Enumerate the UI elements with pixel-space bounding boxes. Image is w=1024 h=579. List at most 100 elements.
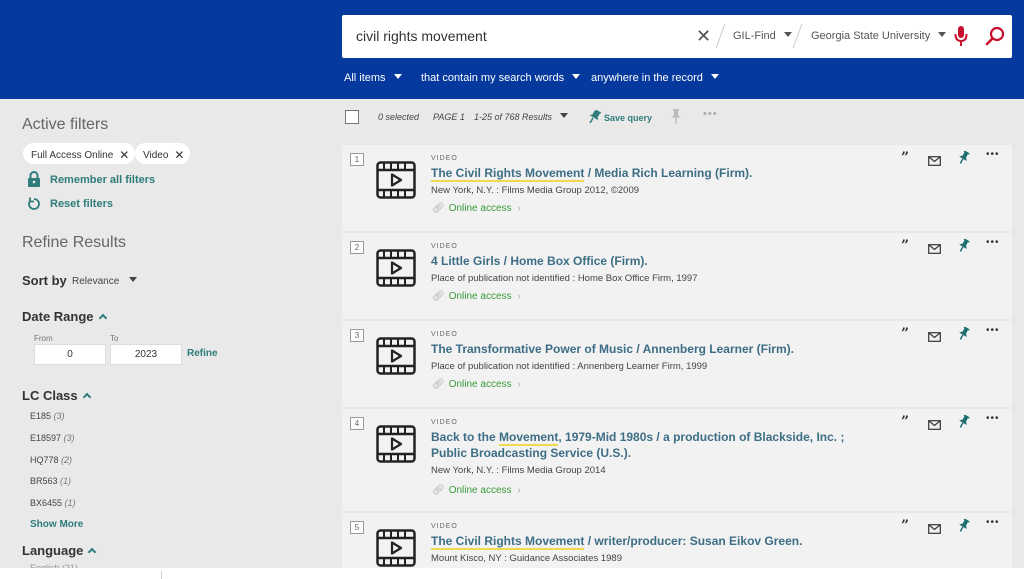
lc-class-facet-toggle[interactable]: LC Class xyxy=(22,388,91,403)
close-icon[interactable]: ✕ xyxy=(174,148,184,162)
online-access-link[interactable]: 🔗︎ Online access › xyxy=(432,379,521,390)
pinned-items-icon[interactable] xyxy=(671,109,681,129)
online-access-link[interactable]: 🔗︎ Online access › xyxy=(432,291,521,302)
result-title-link[interactable]: The Civil Rights Movement / writer/produ… xyxy=(431,533,881,550)
remember-filters-link[interactable]: Remember all filters xyxy=(50,174,155,186)
show-more-link[interactable]: Show More xyxy=(30,519,83,530)
result-title-link[interactable]: The Civil Rights Movement / Media Rich L… xyxy=(431,165,881,182)
citation-icon[interactable]: ” xyxy=(901,518,909,534)
page-indicator: PAGE 1 xyxy=(433,112,465,122)
result-title-link[interactable]: The Transformative Power of Music / Anne… xyxy=(431,341,881,357)
institution-label: Georgia State University xyxy=(811,30,931,42)
match-type-dropdown[interactable]: that contain my search words xyxy=(421,72,581,84)
filter-chip-video[interactable]: Video ✕ xyxy=(135,143,191,164)
citation-icon[interactable]: ” xyxy=(901,414,909,430)
link-icon: 🔗︎ xyxy=(432,291,445,302)
lc-class-count: (2) xyxy=(61,455,73,465)
search-icon[interactable] xyxy=(985,26,1005,51)
search-field-dropdown[interactable]: anywhere in the record xyxy=(591,72,719,84)
select-all-checkbox[interactable] xyxy=(345,110,359,124)
scope-dropdown[interactable]: GIL-Find xyxy=(733,30,792,42)
lc-class-item[interactable]: BR563 (1) xyxy=(30,476,71,486)
resource-type: VIDEO xyxy=(431,243,458,250)
citation-icon[interactable]: ” xyxy=(901,150,909,166)
date-from-input[interactable]: 0 xyxy=(34,344,106,365)
result-number: 3 xyxy=(350,329,364,342)
title-text: The Transformative Power of Music / Anne… xyxy=(431,342,794,356)
date-to-input[interactable]: 2023 xyxy=(110,344,182,365)
result-item: 3 VIDEO The Transformative Power of Musi… xyxy=(342,321,1012,407)
lc-class-item[interactable]: E18597 (3) xyxy=(30,433,75,443)
save-query-button[interactable]: Save query xyxy=(589,109,652,124)
email-icon[interactable] xyxy=(928,329,941,347)
lc-class-item[interactable]: BX6455 (1) xyxy=(30,498,76,508)
close-icon[interactable]: ✕ xyxy=(696,26,711,47)
sort-by-label: Sort by xyxy=(22,273,67,288)
result-item: 4 VIDEO Back to the Movement, 1979-Mid 1… xyxy=(342,409,1012,511)
email-icon[interactable] xyxy=(928,241,941,259)
refine-results-heading: Refine Results xyxy=(22,234,127,251)
chevron-up-icon xyxy=(82,392,91,402)
match-type-label: that contain my search words xyxy=(421,72,565,84)
result-actions: ” ••• xyxy=(900,149,1010,170)
more-options-icon[interactable]: ••• xyxy=(986,413,1000,424)
online-access-link[interactable]: 🔗︎ Online access › xyxy=(432,485,521,496)
scope-label: GIL-Find xyxy=(733,30,776,42)
divider xyxy=(715,24,726,48)
publication-info: New York, N.Y. : Films Media Group 2012,… xyxy=(431,185,640,196)
filter-chip-full-access[interactable]: Full Access Online ✕ xyxy=(23,143,136,164)
more-options-icon[interactable]: ••• xyxy=(986,149,1000,160)
more-options-icon[interactable]: ••• xyxy=(703,108,718,120)
search-input[interactable]: civil rights movement xyxy=(356,28,487,44)
resource-type: VIDEO xyxy=(431,523,458,530)
institution-dropdown[interactable]: Georgia State University xyxy=(811,30,947,42)
title-text: / writer/producer: Susan Eikov Green. xyxy=(584,534,803,548)
title-highlight: Movement xyxy=(499,430,559,446)
chevron-right-icon: › xyxy=(517,379,521,390)
sort-dropdown[interactable]: Relevance xyxy=(72,276,138,287)
more-options-icon[interactable]: ••• xyxy=(986,517,1000,528)
citation-icon[interactable]: ” xyxy=(901,326,909,342)
email-icon[interactable] xyxy=(928,521,941,539)
active-filters-heading: Active filters xyxy=(22,116,109,133)
more-options-icon[interactable]: ••• xyxy=(986,325,1000,336)
search-field-label: anywhere in the record xyxy=(591,72,703,84)
results-range-dropdown[interactable]: 1-25 of 768 Results xyxy=(474,112,569,122)
reset-filters-link[interactable]: Reset filters xyxy=(50,198,113,210)
pin-icon[interactable] xyxy=(958,414,970,434)
pin-icon[interactable] xyxy=(958,238,970,258)
lc-class-code: BX6455 xyxy=(30,498,63,508)
pin-icon[interactable] xyxy=(958,150,970,170)
result-number: 2 xyxy=(350,241,364,254)
email-icon[interactable] xyxy=(928,417,941,435)
more-options-icon[interactable]: ••• xyxy=(986,237,1000,248)
top-search-bar: civil rights movement ✕ GIL-Find Georgia… xyxy=(0,0,1024,99)
close-icon[interactable]: ✕ xyxy=(119,148,129,162)
lc-class-item[interactable]: HQ778 (2) xyxy=(30,455,72,465)
result-actions: ” ••• xyxy=(900,413,1010,434)
publication-info: Place of publication not identified : An… xyxy=(431,361,708,372)
caret-down-icon xyxy=(783,32,792,37)
result-item: 5 VIDEO The Civil Rights Movement / writ… xyxy=(342,513,1012,573)
result-title-link[interactable]: 4 Little Girls / Home Box Office (Firm). xyxy=(431,253,881,269)
date-range-facet-toggle[interactable]: Date Range xyxy=(22,309,107,324)
result-number: 5 xyxy=(350,521,364,534)
lc-class-item[interactable]: E185 (3) xyxy=(30,411,65,421)
pin-icon[interactable] xyxy=(958,326,970,346)
email-icon[interactable] xyxy=(928,153,941,171)
result-actions: ” ••• xyxy=(900,237,1010,258)
language-facet-toggle[interactable]: Language xyxy=(22,543,97,558)
results-range: 1-25 of 768 Results xyxy=(474,112,553,122)
online-access-link[interactable]: 🔗︎ Online access › xyxy=(432,203,521,214)
search-box[interactable]: civil rights movement ✕ GIL-Find Georgia… xyxy=(342,15,1012,58)
chevron-up-icon xyxy=(98,313,107,323)
lc-class-count: (3) xyxy=(53,411,65,421)
result-title-link[interactable]: Back to the Movement, 1979-Mid 1980s / a… xyxy=(431,429,881,461)
refine-date-button[interactable]: Refine xyxy=(187,348,218,359)
microphone-icon[interactable] xyxy=(954,25,968,52)
item-type-dropdown[interactable]: All items xyxy=(344,72,402,84)
pin-icon[interactable] xyxy=(958,518,970,538)
result-number: 4 xyxy=(350,417,364,430)
citation-icon[interactable]: ” xyxy=(901,238,909,254)
pin-icon xyxy=(589,109,602,124)
